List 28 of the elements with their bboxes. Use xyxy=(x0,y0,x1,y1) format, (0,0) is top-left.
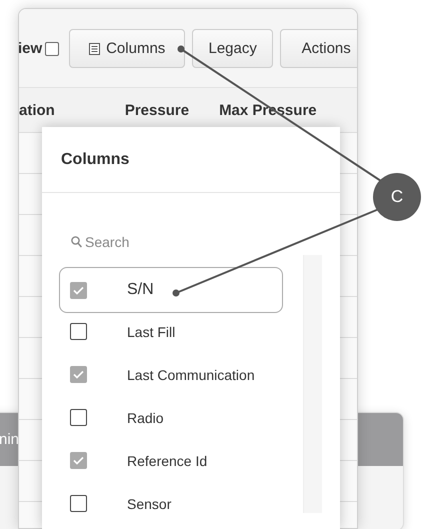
column-header[interactable]: ation xyxy=(19,102,55,118)
toolbar-button[interactable]: Columns xyxy=(69,29,186,68)
column-option[interactable]: Last Fill xyxy=(59,310,283,353)
view-checkbox[interactable] xyxy=(45,42,60,56)
column-header[interactable]: Pressure xyxy=(124,102,190,118)
checkbox[interactable] xyxy=(70,409,87,426)
column-option[interactable]: Radio xyxy=(59,396,283,439)
toolbar-button[interactable]: Legacy xyxy=(192,29,274,68)
column-option[interactable]: Reference Id xyxy=(59,439,283,482)
checkbox[interactable] xyxy=(70,282,87,298)
checkbox[interactable] xyxy=(70,452,87,469)
toolbar-button[interactable]: Actions xyxy=(280,29,357,68)
checkbox[interactable] xyxy=(70,366,87,383)
column-option[interactable]: S/N xyxy=(59,267,283,313)
checkbox[interactable] xyxy=(70,495,87,512)
search-field[interactable]: Search xyxy=(71,231,283,253)
popover-title: Columns xyxy=(42,127,340,193)
column-option[interactable]: Last Communication xyxy=(59,353,283,396)
column-option[interactable]: Sensor xyxy=(59,482,283,525)
callout-badge: C xyxy=(373,173,421,221)
view-label: iew xyxy=(19,40,42,57)
search-placeholder: Search xyxy=(85,234,130,250)
checkbox[interactable] xyxy=(70,323,87,340)
check-icon xyxy=(73,456,84,465)
search-icon xyxy=(71,236,82,248)
list-icon xyxy=(89,42,100,54)
check-icon xyxy=(73,286,84,294)
check-icon xyxy=(73,370,84,379)
